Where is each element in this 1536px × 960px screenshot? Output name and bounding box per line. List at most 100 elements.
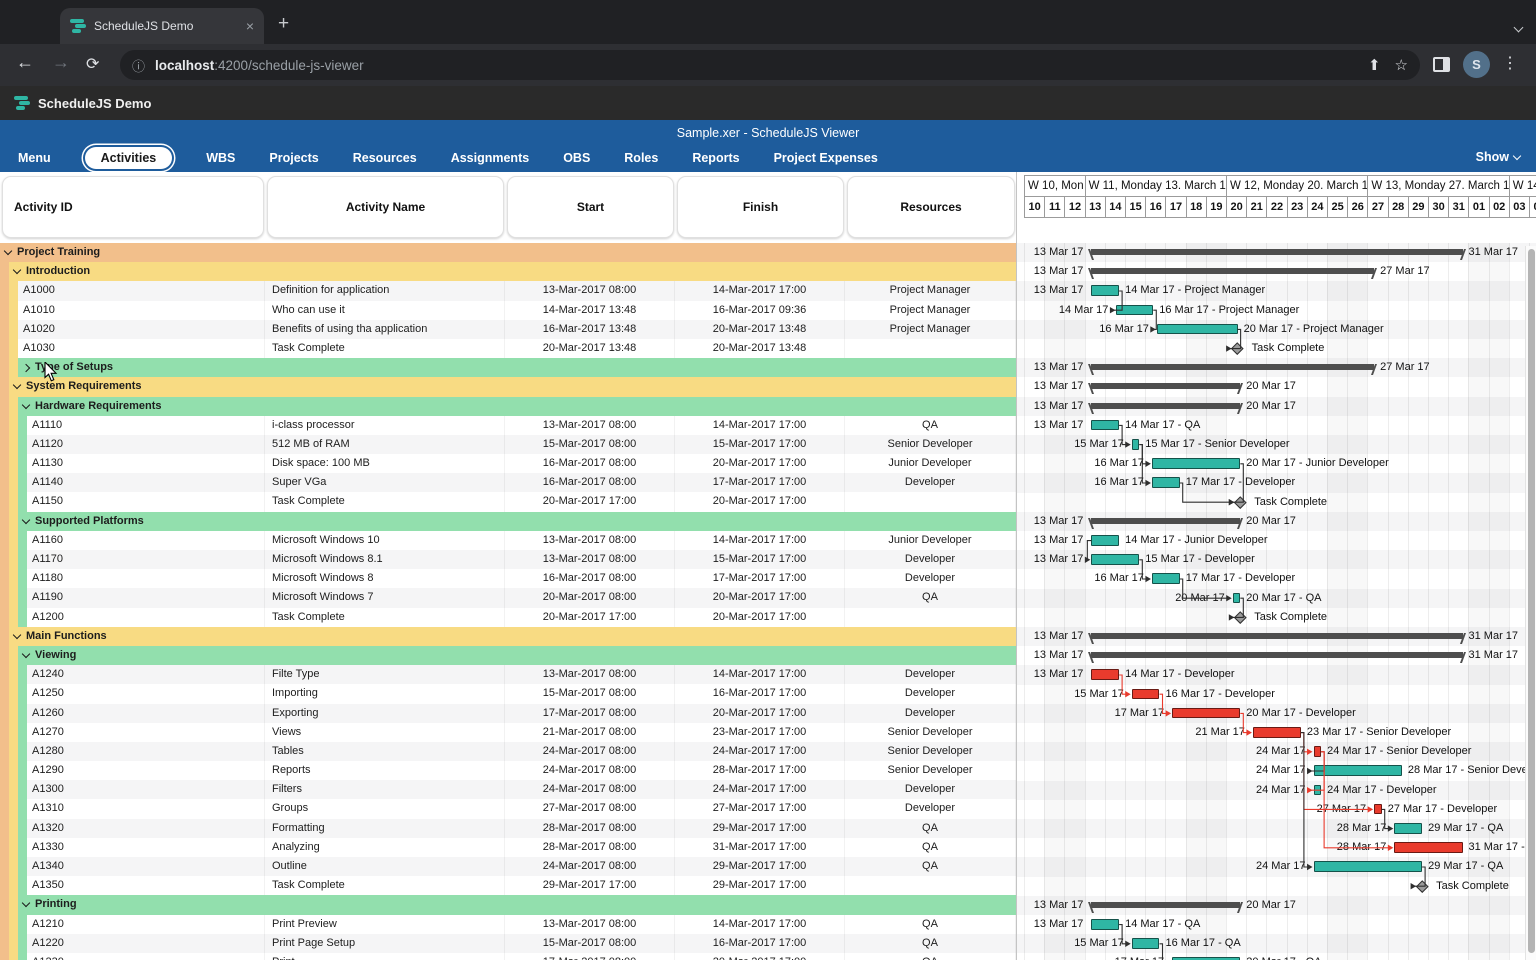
wbs-row[interactable]: Project Training: [0, 243, 1016, 262]
browser-menu-icon[interactable]: ⋮: [1502, 53, 1518, 73]
task-bar[interactable]: [1314, 765, 1402, 776]
summary-bar[interactable]: [1091, 268, 1374, 274]
browser-tab[interactable]: ScheduleJS Demo ×: [60, 8, 264, 44]
table-row[interactable]: A1240Filte Type13-Mar-2017 08:0014-Mar-2…: [0, 665, 1016, 684]
reload-button[interactable]: ⟳: [86, 54, 99, 74]
bookmark-star-icon[interactable]: ☆: [1395, 56, 1408, 74]
chevron-down-icon[interactable]: [22, 515, 30, 523]
wbs-row[interactable]: Type of Setups: [0, 358, 1016, 377]
table-row[interactable]: A1170Microsoft Windows 8.113-Mar-2017 08…: [0, 550, 1016, 569]
summary-bar[interactable]: [1091, 652, 1462, 658]
tab-search-chevron-icon[interactable]: [1515, 18, 1522, 36]
table-row[interactable]: A1250Importing15-Mar-2017 08:0016-Mar-20…: [0, 684, 1016, 703]
task-bar[interactable]: [1091, 420, 1119, 431]
column-header-resources[interactable]: Resources: [847, 176, 1015, 238]
task-bar[interactable]: [1091, 554, 1139, 565]
table-row[interactable]: A1110i-class processor13-Mar-2017 08:001…: [0, 416, 1016, 435]
forward-button[interactable]: →: [52, 52, 70, 73]
task-bar[interactable]: [1152, 477, 1180, 488]
nav-tab-projects[interactable]: Projects: [269, 151, 318, 165]
chevron-down-icon[interactable]: [4, 247, 12, 255]
task-bar[interactable]: [1233, 593, 1241, 604]
task-bar[interactable]: [1374, 804, 1382, 815]
task-bar[interactable]: [1157, 324, 1238, 335]
share-icon[interactable]: ⬆: [1368, 56, 1381, 74]
task-bar[interactable]: [1314, 861, 1423, 872]
table-row[interactable]: A1190Microsoft Windows 720-Mar-2017 08:0…: [0, 588, 1016, 607]
chevron-down-icon[interactable]: [13, 381, 21, 389]
task-bar[interactable]: [1394, 823, 1422, 834]
task-bar[interactable]: [1314, 746, 1322, 757]
table-row[interactable]: A1210Print Preview13-Mar-2017 08:0014-Ma…: [0, 915, 1016, 934]
column-header-start[interactable]: Start: [507, 176, 674, 238]
chevron-down-icon[interactable]: [13, 266, 21, 274]
table-row[interactable]: A1230Print17-Mar-2017 08:0020-Mar-2017 1…: [0, 953, 1016, 960]
wbs-row[interactable]: Printing: [0, 895, 1016, 914]
task-bar[interactable]: [1091, 285, 1119, 296]
wbs-row[interactable]: Viewing: [0, 646, 1016, 665]
task-bar[interactable]: [1152, 458, 1240, 469]
task-bar[interactable]: [1314, 785, 1322, 796]
nav-tab-project-expenses[interactable]: Project Expenses: [774, 151, 878, 165]
profile-avatar[interactable]: S: [1463, 51, 1490, 78]
wbs-row[interactable]: System Requirements: [0, 377, 1016, 396]
table-row[interactable]: A1130Disk space: 100 MB16-Mar-2017 08:00…: [0, 454, 1016, 473]
table-row[interactable]: A1030Task Complete20-Mar-2017 13:4820-Ma…: [0, 339, 1016, 358]
task-bar[interactable]: [1152, 573, 1180, 584]
show-dropdown[interactable]: Show: [1476, 150, 1520, 164]
task-bar[interactable]: [1132, 439, 1140, 450]
scrollbar-thumb[interactable]: [1528, 249, 1535, 953]
address-bar[interactable]: ⓘ localhost:4200/schedule-js-viewer ⬆ ☆: [120, 50, 1420, 80]
nav-tab-assignments[interactable]: Assignments: [451, 151, 530, 165]
new-tab-button[interactable]: +: [278, 14, 289, 33]
table-row[interactable]: A1270Views21-Mar-2017 08:0023-Mar-2017 1…: [0, 723, 1016, 742]
table-row[interactable]: A1260Exporting17-Mar-2017 08:0020-Mar-20…: [0, 704, 1016, 723]
wbs-row[interactable]: Main Functions: [0, 627, 1016, 646]
chevron-down-icon[interactable]: [13, 631, 21, 639]
table-row[interactable]: A1280Tables24-Mar-2017 08:0024-Mar-2017 …: [0, 742, 1016, 761]
vertical-scrollbar[interactable]: [1525, 246, 1536, 960]
nav-tab-resources[interactable]: Resources: [353, 151, 417, 165]
table-row[interactable]: A1290Reports24-Mar-2017 08:0028-Mar-2017…: [0, 761, 1016, 780]
nav-tab-activities[interactable]: Activities: [85, 147, 173, 169]
wbs-row[interactable]: Hardware Requirements: [0, 397, 1016, 416]
back-button[interactable]: ←: [16, 52, 34, 73]
table-row[interactable]: A1310Groups27-Mar-2017 08:0027-Mar-2017 …: [0, 799, 1016, 818]
task-bar[interactable]: [1116, 305, 1153, 316]
table-row[interactable]: A1350Task Complete29-Mar-2017 17:0029-Ma…: [0, 876, 1016, 895]
task-bar[interactable]: [1132, 689, 1160, 700]
summary-bar[interactable]: [1091, 633, 1462, 639]
column-header-activity-id[interactable]: Activity ID: [2, 176, 264, 238]
nav-tab-menu[interactable]: Menu: [18, 151, 51, 165]
table-row[interactable]: A1220Print Page Setup15-Mar-2017 08:0016…: [0, 934, 1016, 953]
summary-bar[interactable]: [1091, 518, 1240, 524]
table-row[interactable]: A1120512 MB of RAM15-Mar-2017 08:0015-Ma…: [0, 435, 1016, 454]
wbs-row[interactable]: Supported Platforms: [0, 512, 1016, 531]
nav-tab-wbs[interactable]: WBS: [206, 151, 235, 165]
task-bar[interactable]: [1394, 842, 1462, 853]
summary-bar[interactable]: [1091, 403, 1240, 409]
task-bar[interactable]: [1091, 669, 1119, 680]
table-row[interactable]: A1000Definition for application13-Mar-20…: [0, 281, 1016, 300]
side-panel-icon[interactable]: [1433, 57, 1450, 72]
summary-bar[interactable]: [1091, 902, 1240, 908]
column-header-activity-name[interactable]: Activity Name: [267, 176, 504, 238]
table-row[interactable]: A1140Super VGa16-Mar-2017 08:0017-Mar-20…: [0, 473, 1016, 492]
chevron-down-icon[interactable]: [22, 899, 30, 907]
chevron-down-icon[interactable]: [22, 400, 30, 408]
task-bar[interactable]: [1091, 535, 1119, 546]
table-row[interactable]: A1200Task Complete20-Mar-2017 17:0020-Ma…: [0, 608, 1016, 627]
table-row[interactable]: A1150Task Complete20-Mar-2017 17:0020-Ma…: [0, 492, 1016, 511]
table-row[interactable]: A1020Benefits of using tha application16…: [0, 320, 1016, 339]
task-bar[interactable]: [1132, 938, 1160, 949]
task-bar[interactable]: [1172, 708, 1240, 719]
summary-bar[interactable]: [1091, 364, 1374, 370]
task-bar[interactable]: [1091, 919, 1119, 930]
column-header-finish[interactable]: Finish: [677, 176, 844, 238]
table-row[interactable]: A1330Analyzing28-Mar-2017 08:0031-Mar-20…: [0, 838, 1016, 857]
site-info-icon[interactable]: ⓘ: [132, 56, 145, 75]
table-row[interactable]: A1340Outline24-Mar-2017 08:0029-Mar-2017…: [0, 857, 1016, 876]
task-bar[interactable]: [1253, 727, 1301, 738]
summary-bar[interactable]: [1091, 383, 1240, 389]
nav-tab-reports[interactable]: Reports: [692, 151, 739, 165]
